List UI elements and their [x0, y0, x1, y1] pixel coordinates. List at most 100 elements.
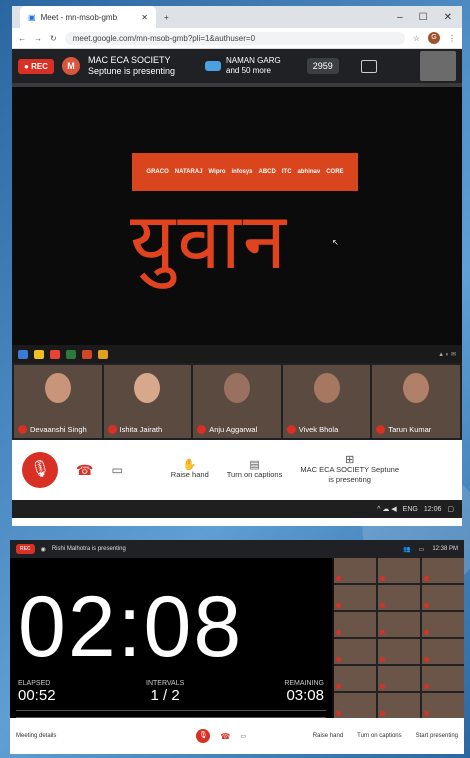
meeting-time: 12:38 PM — [432, 545, 458, 552]
timer-progress — [16, 710, 326, 718]
maximize-button[interactable]: ☐ — [419, 12, 428, 23]
raise-hand-button[interactable]: ✋ Raise hand — [171, 460, 209, 480]
mic-muted-icon — [380, 576, 385, 581]
participant-thumbnail[interactable] — [422, 639, 464, 664]
mic-muted-icon — [424, 603, 429, 608]
event-title: युवान — [130, 197, 289, 287]
participant-thumbnail[interactable] — [378, 639, 420, 664]
presenting-text: Rishi Malhotra is presenting — [51, 546, 126, 552]
lang-indicator[interactable]: ENG — [403, 506, 418, 513]
participant-tile[interactable]: Devaanshi Singh — [14, 365, 102, 438]
participant-name: Ishita Jairath — [119, 425, 163, 434]
mic-muted-icon — [336, 603, 341, 608]
chat-icon[interactable]: ▭ — [419, 546, 425, 553]
presenter-status: Septune is presenting — [87, 66, 176, 76]
mic-muted-icon — [380, 657, 385, 662]
participant-thumbnail[interactable] — [334, 558, 376, 583]
camera-icon[interactable]: ▭ — [240, 733, 246, 740]
participant-thumbnail[interactable] — [378, 558, 420, 583]
meeting-details-button[interactable]: Meeting details — [16, 733, 56, 739]
timer-presentation: 02:08 ELAPSED 00:52 INTERVALS 1 / 2 REMA… — [10, 558, 332, 718]
rec-badge: REC — [16, 544, 35, 554]
presenter-title: MAC ECA SOCIETY — [87, 55, 171, 65]
rec-badge: ● REC — [18, 58, 54, 74]
participant-thumbnail[interactable] — [378, 612, 420, 637]
mic-off-button[interactable]: 🎙 — [22, 452, 58, 488]
mic-muted-icon — [424, 684, 429, 689]
menu-icon[interactable]: ⋮ — [448, 34, 456, 43]
present-icon: ⊞ — [345, 454, 355, 466]
participant-thumbnail[interactable] — [334, 666, 376, 691]
tab-close-icon[interactable]: ✕ — [141, 13, 148, 22]
captions-button[interactable]: Turn on captions — [357, 733, 401, 739]
end-call-icon[interactable]: ☎ — [220, 732, 230, 741]
participant-name: NAMAN GARG — [226, 56, 281, 65]
minimize-button[interactable]: – — [397, 12, 403, 23]
participant-thumbnail[interactable] — [334, 585, 376, 610]
folder-icon — [34, 349, 44, 359]
sponsor-logo: GRACO — [146, 169, 169, 175]
participant-thumbnail[interactable] — [378, 585, 420, 610]
meet-window-top: ▣ Meet - mn-msob-gmb ✕ + – ☐ ✕ ← → ↻ mee… — [12, 6, 462, 526]
mic-muted-icon — [336, 630, 341, 635]
address-bar-row: ← → ↻ meet.google.com/mn-msob-gmb?pli=1&… — [12, 28, 462, 49]
raise-hand-button[interactable]: Raise hand — [313, 733, 343, 739]
forward-icon[interactable]: → — [34, 34, 42, 43]
participant-thumbnail[interactable] — [422, 612, 464, 637]
participant-video — [44, 373, 71, 403]
sponsor-logo: ITC — [281, 169, 292, 175]
captions-button[interactable]: ▤ Turn on captions — [227, 460, 283, 480]
reload-icon[interactable]: ↻ — [50, 34, 57, 43]
browser-tab[interactable]: ▣ Meet - mn-msob-gmb ✕ — [20, 6, 156, 28]
meet-controls: 🎙 ☎ ▭ ✋ Raise hand ▤ Turn on captions ⊞ … — [12, 440, 462, 500]
people-count[interactable]: 2959 — [306, 58, 339, 74]
remaining-stat: REMAINING 03:08 — [284, 680, 324, 704]
participant-thumbnail[interactable] — [334, 639, 376, 664]
participant-tile[interactable]: Anju Aggarwal — [193, 365, 281, 438]
participant-thumbnail[interactable] — [378, 666, 420, 691]
participant-video — [223, 373, 250, 403]
participant-thumbnail[interactable] — [422, 693, 464, 718]
participant-thumbnail[interactable] — [422, 558, 464, 583]
mic-muted-icon — [380, 630, 385, 635]
people-icon[interactable]: 👥 — [403, 546, 410, 553]
presenter-avatar: ◉ — [40, 546, 46, 553]
mic-muted-icon — [18, 425, 27, 434]
sponsor-logo: NATARAJ — [174, 169, 203, 175]
system-clock: 12:06 — [423, 505, 442, 513]
participant-tile[interactable]: Tarun Kumar — [372, 365, 460, 438]
participant-name: Tarun Kumar — [388, 425, 432, 434]
sponsor-logo: ABCD — [258, 169, 276, 175]
participant-tile[interactable]: Ishita Jairath — [103, 365, 192, 438]
timer-display: 02:08 — [18, 579, 244, 675]
end-call-icon[interactable]: ☎ — [76, 462, 93, 479]
captions-icon: ▤ — [249, 459, 260, 471]
participant-thumbnail[interactable] — [334, 612, 376, 637]
bookmark-star-icon[interactable]: ☆ — [413, 34, 420, 43]
back-icon[interactable]: ← — [18, 34, 26, 43]
participant-thumbnail[interactable] — [334, 693, 376, 718]
chat-icon[interactable] — [360, 59, 377, 73]
mic-muted-icon — [336, 576, 341, 581]
participant-thumbnail[interactable] — [422, 585, 464, 610]
present-button[interactable]: Start presenting — [416, 733, 458, 739]
chrome-icon — [50, 349, 60, 359]
mic-muted-icon — [286, 425, 296, 434]
meet-window-bottom: REC ◉ Rishi Malhotra is presenting 👥 ▭ 1… — [10, 540, 464, 754]
presentation-stage: GRACO NATARAJ Wipro infosys ABCD ITC abh… — [12, 83, 462, 345]
new-tab-button[interactable]: + — [164, 13, 169, 22]
participant-thumbnail[interactable] — [422, 666, 464, 691]
mic-off-button[interactable]: 🎙 — [196, 729, 211, 743]
url-field[interactable]: meet.google.com/mn-msob-gmb?pli=1&authus… — [64, 31, 405, 45]
mic-muted-icon — [380, 603, 385, 608]
notification-icon[interactable]: ▢ — [447, 505, 454, 513]
presenting-button[interactable]: ⊞ MAC ECA SOCIETY Septune is presenting — [300, 455, 399, 485]
participant-tile[interactable]: Vivek Bhola — [282, 365, 371, 438]
windows-icon — [18, 349, 28, 359]
profile-avatar[interactable]: G — [428, 32, 440, 44]
close-window-button[interactable]: ✕ — [444, 12, 452, 23]
camera-icon[interactable]: ▭ — [111, 463, 122, 477]
participant-thumbnail[interactable] — [378, 693, 420, 718]
app-icon — [66, 349, 76, 359]
mic-muted-icon — [107, 425, 117, 434]
